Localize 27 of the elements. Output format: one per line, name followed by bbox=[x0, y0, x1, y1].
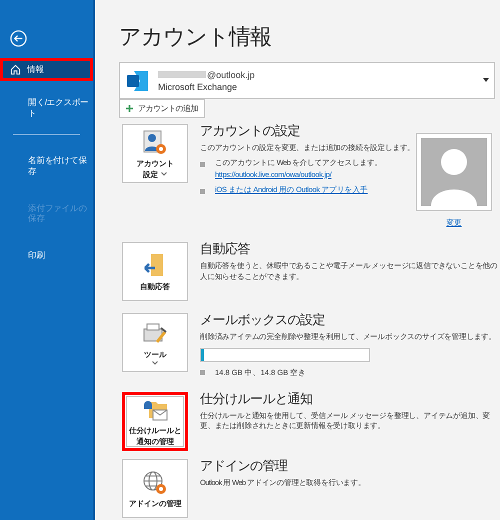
section-heading: アドインの管理 bbox=[200, 456, 288, 474]
bullet-icon bbox=[200, 162, 205, 166]
account-selector[interactable]: @outlook.jp Microsoft Exchange bbox=[119, 62, 495, 99]
account-type: Microsoft Exchange bbox=[158, 82, 238, 92]
globe-gear-icon bbox=[141, 468, 169, 496]
sidebar-item[interactable]: 情報 bbox=[0, 58, 93, 81]
section-heading: メールボックスの設定 bbox=[200, 311, 326, 329]
profile-placeholder-icon bbox=[416, 133, 492, 211]
back-icon[interactable] bbox=[10, 30, 27, 47]
sidebar-item[interactable]: 名前を付けて保存 bbox=[0, 149, 93, 182]
add-account-button[interactable]: アカウントの追加 bbox=[119, 99, 205, 118]
bullet-icon bbox=[200, 370, 205, 375]
bullet-icon bbox=[200, 188, 205, 194]
sidebar-item[interactable]: 印刷 bbox=[0, 244, 93, 266]
exchange-logo-icon bbox=[126, 68, 150, 92]
dropdown-arrow-icon bbox=[483, 78, 489, 82]
section-heading: 自動応答 bbox=[200, 240, 251, 258]
caret-icon bbox=[161, 172, 167, 176]
page-title: アカウント情報 bbox=[119, 23, 272, 51]
person-gear-icon bbox=[141, 128, 169, 156]
caret-icon bbox=[152, 361, 158, 365]
redaction-mark bbox=[158, 71, 206, 78]
section-heading: アカウントの設定 bbox=[200, 122, 301, 140]
section-heading: 仕分けルールと通知 bbox=[200, 390, 314, 408]
account-email: @outlook.jp bbox=[207, 70, 255, 80]
home-icon bbox=[10, 64, 21, 75]
plus-icon bbox=[126, 105, 133, 112]
